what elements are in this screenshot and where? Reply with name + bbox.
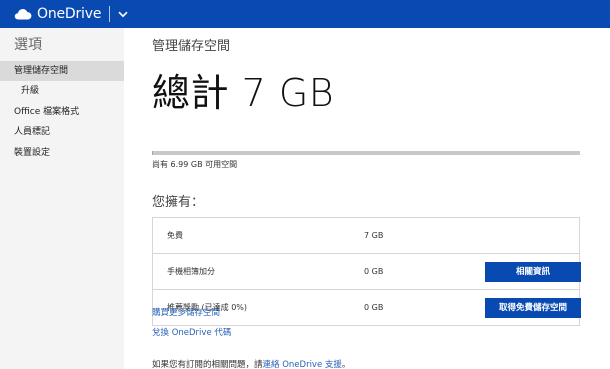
onedrive-logo[interactable]: OneDrive xyxy=(14,0,101,28)
chevron-down-icon[interactable] xyxy=(116,7,130,21)
table-row: 免費 7 GB xyxy=(153,218,579,254)
get-free-storage-button[interactable]: 取得免費儲存空間 xyxy=(485,298,581,318)
support-note-prefix: 如果您有訂閱的相關問題，請 xyxy=(152,360,263,369)
brand-name: OneDrive xyxy=(37,6,102,22)
row-size: 0 GB xyxy=(364,267,384,276)
storage-usage-bar xyxy=(152,151,580,155)
main-content: 管理儲存空間 總計 7 GB 尚有 6.99 GB 可用空間 您擁有： 免費 7… xyxy=(124,28,610,369)
available-space-text: 尚有 6.99 GB 可用空間 xyxy=(152,160,238,169)
sidebar-item-people-tagging[interactable]: 人員標記 xyxy=(0,122,124,142)
sidebar-item-manage-storage[interactable]: 管理儲存空間 xyxy=(0,61,124,81)
redeem-code-link[interactable]: 兌換 OneDrive 代碼 xyxy=(152,326,231,338)
storage-total: 總計 7 GB xyxy=(152,71,335,115)
header-divider xyxy=(109,6,111,22)
more-info-button[interactable]: 相關資訊 xyxy=(485,262,581,282)
buy-more-storage-link[interactable]: 購買更多儲存空間 xyxy=(152,306,220,318)
contact-support-link[interactable]: 連絡 OneDrive 支援 xyxy=(263,360,342,369)
table-row: 手機相簿加分 0 GB 相關資訊 xyxy=(153,254,581,290)
row-name: 手機相簿加分 xyxy=(167,267,215,276)
support-note: 如果您有訂閱的相關問題，請連絡 OneDrive 支援。 xyxy=(152,358,350,369)
sidebar-title: 選項 xyxy=(14,37,42,53)
sidebar-item-upgrade[interactable]: 升級 xyxy=(0,81,124,101)
top-bar: OneDrive xyxy=(0,0,610,28)
cloud-icon xyxy=(14,8,32,20)
sidebar-item-office-file-formats[interactable]: Office 檔案格式 xyxy=(0,102,124,122)
row-size: 7 GB xyxy=(364,231,384,240)
row-name: 免費 xyxy=(167,231,183,240)
sidebar-item-device-settings[interactable]: 裝置設定 xyxy=(0,143,124,163)
page-title: 管理儲存空間 xyxy=(152,39,231,54)
you-have-heading: 您擁有： xyxy=(152,195,205,210)
support-note-suffix: 。 xyxy=(341,360,351,369)
sidebar: 選項 管理儲存空間 升級 Office 檔案格式 人員標記 裝置設定 xyxy=(0,28,124,369)
row-size: 0 GB xyxy=(364,303,384,312)
